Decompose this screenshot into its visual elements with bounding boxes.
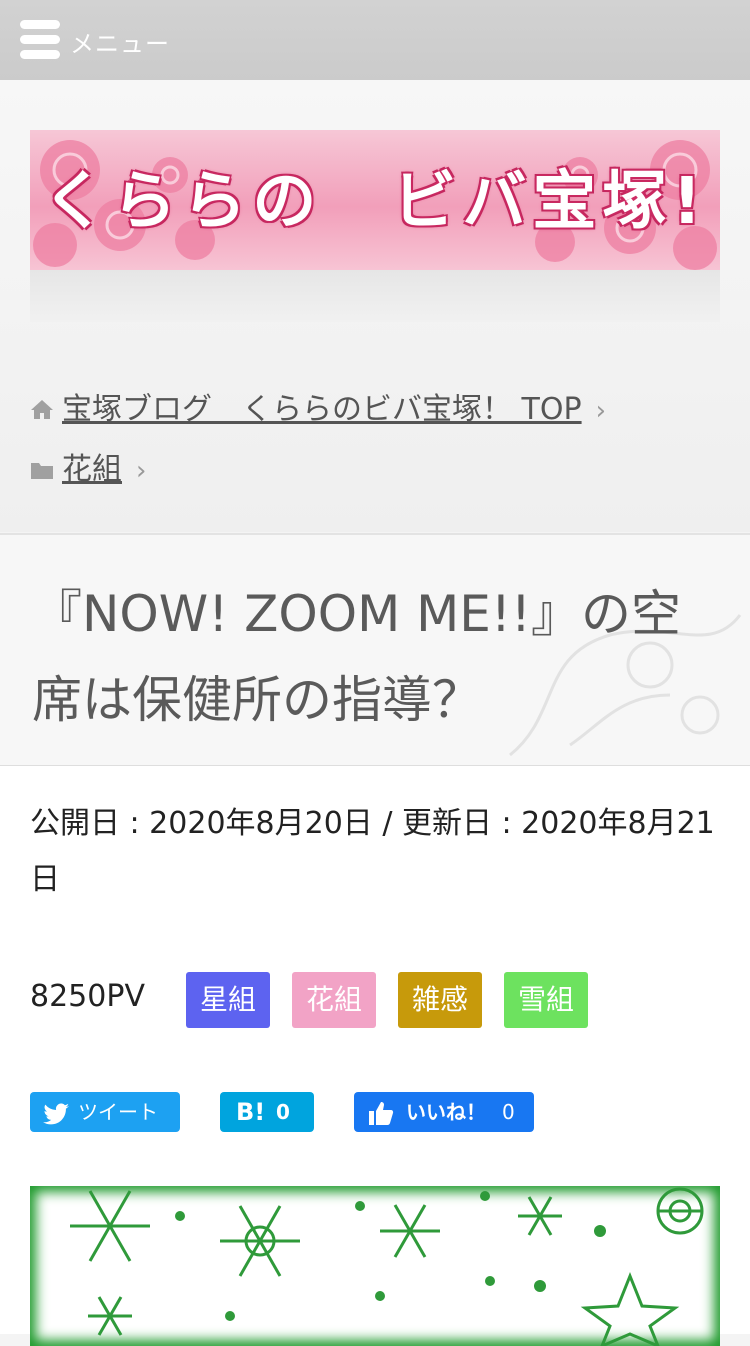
- breadcrumb-category-link[interactable]: 花組: [62, 452, 122, 487]
- tweet-label: ツイート: [78, 1100, 158, 1124]
- facebook-like-button[interactable]: いいね！ 0: [354, 1092, 534, 1132]
- breadcrumb-category: 花組 ›: [30, 444, 146, 488]
- tweet-button[interactable]: ツイート: [30, 1092, 180, 1132]
- breadcrumb-home: 宝塚ブログ くららのビバ宝塚！ TOP ›: [30, 384, 606, 428]
- menu-icon[interactable]: [20, 20, 60, 60]
- hatena-count: 0: [276, 1100, 290, 1124]
- tag-zakkan[interactable]: 雑感: [398, 972, 482, 1028]
- site-header: くららの ビバ宝塚! 宝塚ブログ くららのビバ宝塚！ TOP › 花組 ›: [0, 80, 750, 532]
- publish-dates: 公開日 : 2020年8月20日 / 更新日 : 2020年8月21日: [30, 806, 715, 897]
- site-banner[interactable]: くららの ビバ宝塚!: [30, 130, 720, 270]
- snowflake-decoration: [70, 1187, 704, 1346]
- eyecatch-image: [30, 1186, 720, 1346]
- folder-icon: [30, 453, 54, 488]
- article-title: 『NOW! ZOOM ME!!』の空席は保健所の指導？: [32, 585, 681, 729]
- chevron-right-icon: ›: [595, 396, 606, 426]
- pageview-count: 8250PV: [30, 979, 145, 1014]
- menu-label[interactable]: メニュー: [70, 24, 170, 59]
- like-count: 0: [502, 1100, 515, 1124]
- like-label: いいね！: [406, 1100, 486, 1124]
- tag-yukigumi[interactable]: 雪組: [504, 972, 588, 1028]
- breadcrumb-home-link[interactable]: 宝塚ブログ くららのビバ宝塚！ TOP: [62, 392, 582, 427]
- hatena-bookmark-button[interactable]: B! 0: [220, 1092, 314, 1132]
- banner-title: くららの ビバ宝塚!: [42, 165, 708, 239]
- article-title-block: 『NOW! ZOOM ME!!』の空席は保健所の指導？: [0, 533, 750, 768]
- tag-hoshigumi[interactable]: 星組: [186, 972, 270, 1028]
- tag-hanagumi[interactable]: 花組: [292, 972, 376, 1028]
- home-icon: [30, 393, 54, 428]
- chevron-right-icon: ›: [136, 456, 147, 486]
- top-bar: メニュー: [0, 0, 750, 80]
- article-body: 公開日 : 2020年8月20日 / 更新日 : 2020年8月21日 8250…: [0, 766, 750, 1346]
- twitter-bird-icon: [42, 1100, 70, 1140]
- hatena-label: B!: [236, 1098, 266, 1126]
- banner-shadow: [30, 270, 720, 322]
- thumbs-up-icon: [368, 1099, 394, 1139]
